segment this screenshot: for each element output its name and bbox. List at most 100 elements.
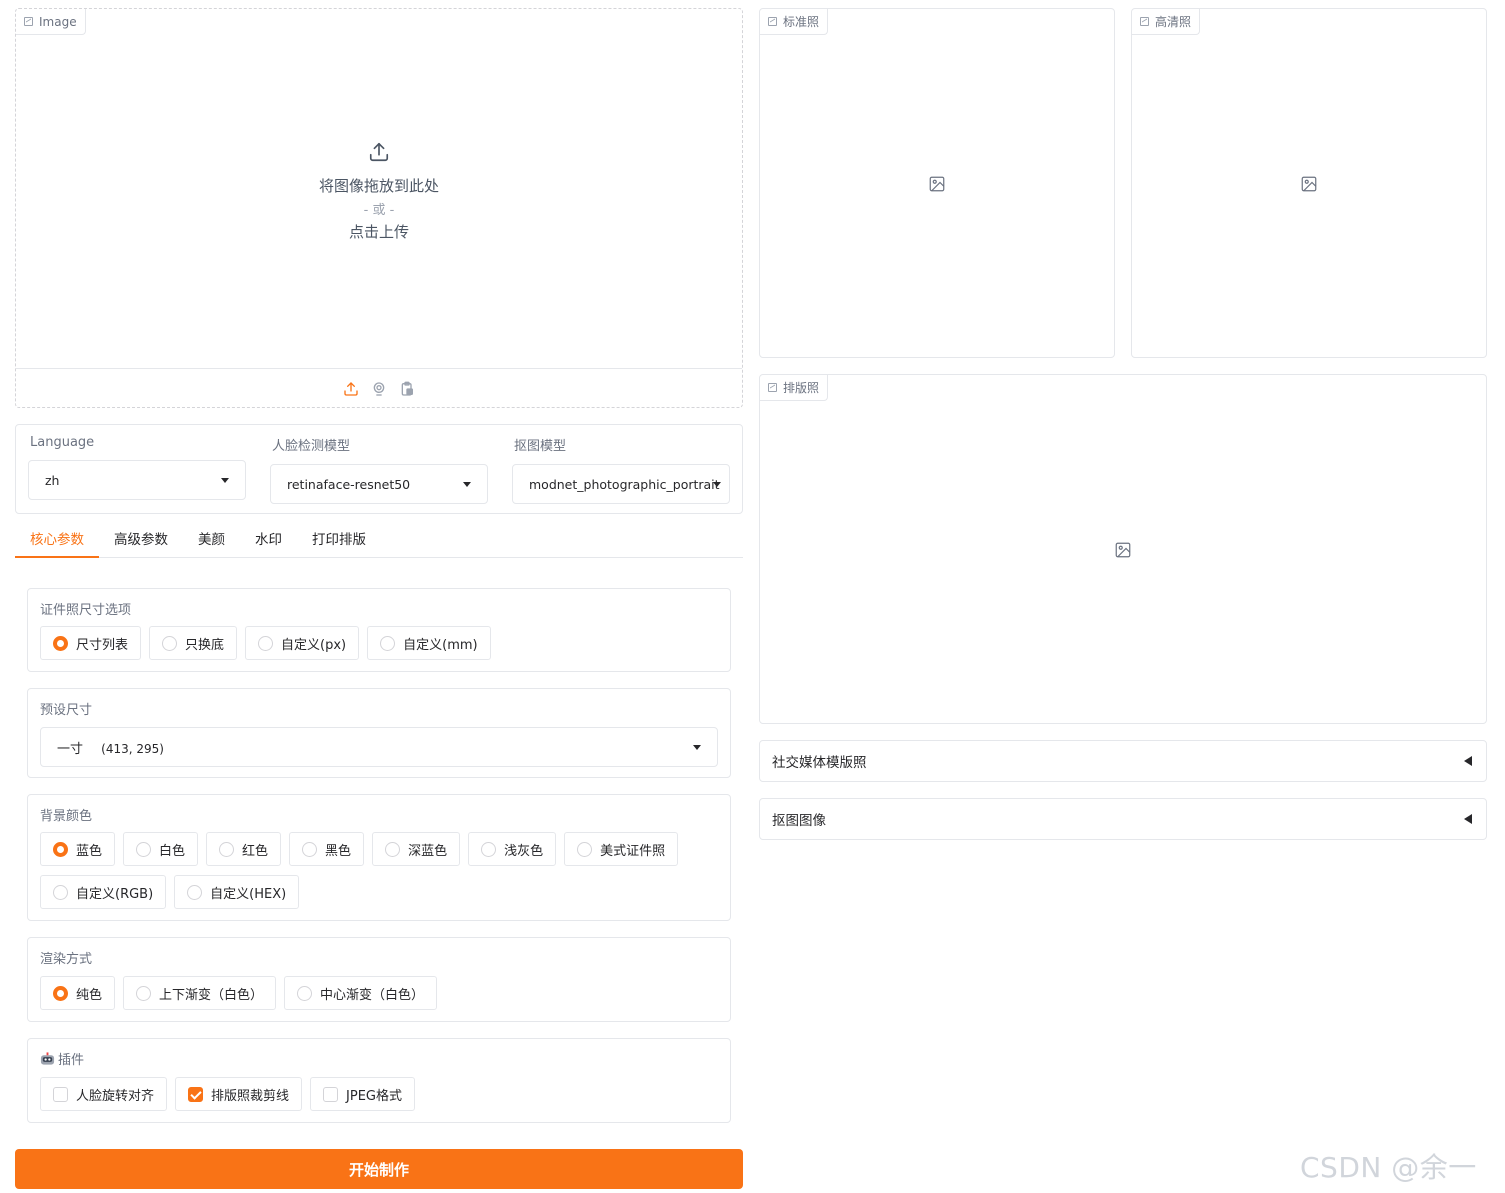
render-mode-group: 渲染方式 纯色 上下渐变（白色） 中心渐变（白色）	[27, 937, 731, 1022]
preset-size-select[interactable]: 一寸 (413, 295)	[40, 727, 718, 767]
option-label: 中心渐变（白色）	[320, 987, 425, 1003]
accordion-title: 抠图图像	[772, 813, 826, 829]
tab-core-params[interactable]: 核心参数	[15, 524, 99, 558]
bg-option-dark-blue[interactable]: 深蓝色	[372, 832, 461, 866]
clipboard-icon[interactable]	[399, 381, 415, 397]
size-option-custom-mm[interactable]: 自定义(mm)	[367, 626, 491, 660]
radio[interactable]	[380, 635, 396, 651]
collapse-arrow-icon	[1464, 756, 1472, 766]
bg-option-custom-rgb[interactable]: 自定义(RGB)	[40, 875, 167, 909]
radio[interactable]	[577, 841, 593, 857]
option-label: 红色	[242, 843, 269, 859]
matting-model-select[interactable]: modnet_photographic_portrait	[512, 464, 730, 504]
image-tag-label: Image	[39, 14, 77, 29]
tab-beauty[interactable]: 美颜	[183, 524, 240, 558]
language-select[interactable]: zh	[28, 460, 246, 500]
standard-photo-label: 标准照	[783, 15, 820, 29]
start-button[interactable]: 开始制作	[15, 1149, 743, 1189]
face-model-value: retinaface-resnet50	[287, 476, 411, 492]
radio[interactable]	[187, 884, 203, 900]
bg-option-white[interactable]: 白色	[123, 832, 199, 866]
preset-size-label: 预设尺寸	[40, 703, 93, 718]
radio[interactable]	[53, 884, 68, 900]
checkbox[interactable]	[323, 1086, 339, 1102]
face-model-select[interactable]: retinaface-resnet50	[270, 464, 488, 504]
option-label: 自定义(HEX)	[210, 886, 287, 902]
layout-photo-output: 排版照	[759, 374, 1487, 724]
image-upload-area[interactable]: Image 将图像拖放到此处 - 或 - 点击上传	[15, 8, 743, 408]
bg-option-custom-hex[interactable]: 自定义(HEX)	[174, 875, 300, 909]
upload-icon	[369, 142, 389, 162]
image-placeholder-icon	[1115, 542, 1131, 558]
bg-color-label: 背景颜色	[40, 809, 93, 824]
radio[interactable]	[302, 841, 318, 857]
size-option-list[interactable]: 尺寸列表	[40, 626, 142, 660]
radio[interactable]	[136, 841, 152, 857]
checkbox-checked[interactable]	[188, 1086, 204, 1102]
click-upload-text: 点击上传	[348, 223, 409, 241]
hd-photo-output: 高清照	[1131, 8, 1487, 358]
radio[interactable]	[385, 841, 401, 857]
radio[interactable]	[297, 985, 313, 1001]
image-placeholder-icon	[929, 176, 945, 192]
render-option-vertical-gradient[interactable]: 上下渐变（白色）	[123, 976, 277, 1010]
upload-prompt[interactable]: 将图像拖放到此处 - 或 - 点击上传	[16, 141, 742, 242]
tab-print-layout[interactable]: 打印排版	[297, 524, 381, 558]
size-option-custom-px[interactable]: 自定义(px)	[245, 626, 360, 660]
bg-option-red[interactable]: 红色	[206, 832, 282, 866]
matting-model-field: 抠图模型 modnet_photographic_portrait	[512, 435, 730, 504]
option-label: JPEG格式	[346, 1088, 402, 1104]
standard-photo-tag: 标准照	[760, 9, 829, 35]
face-model-field: 人脸检测模型 retinaface-resnet50	[270, 435, 488, 504]
option-label: 浅灰色	[504, 843, 544, 859]
plugin-jpeg-format[interactable]: JPEG格式	[310, 1077, 415, 1111]
param-tabs: 核心参数 高级参数 美颜 水印 打印排版	[15, 524, 743, 558]
tab-watermark[interactable]: 水印	[240, 524, 297, 558]
radio-selected[interactable]	[53, 841, 68, 857]
plugin-face-align[interactable]: 人脸旋转对齐	[40, 1077, 168, 1111]
radio-selected[interactable]	[53, 985, 68, 1001]
collapse-arrow-icon	[1464, 814, 1472, 824]
option-label: 蓝色	[76, 843, 103, 859]
option-label: 自定义(mm)	[403, 637, 478, 653]
or-text: - 或 -	[363, 203, 395, 218]
drop-text: 将图像拖放到此处	[318, 177, 439, 195]
radio[interactable]	[136, 985, 152, 1001]
tab-advanced-params[interactable]: 高级参数	[99, 524, 183, 558]
matting-image-accordion[interactable]: 抠图图像	[759, 798, 1487, 840]
bg-option-blue[interactable]: 蓝色	[40, 832, 116, 866]
chevron-down-icon	[221, 477, 229, 483]
render-option-solid[interactable]: 纯色	[40, 976, 116, 1010]
bg-option-black[interactable]: 黑色	[289, 832, 365, 866]
image-icon	[24, 17, 33, 26]
bg-option-light-gray[interactable]: 浅灰色	[468, 832, 557, 866]
radio[interactable]	[219, 841, 235, 857]
checkbox[interactable]	[53, 1086, 68, 1102]
option-label: 排版照裁剪线	[211, 1088, 290, 1104]
upload-source-icon[interactable]	[343, 381, 359, 397]
webcam-icon[interactable]	[371, 381, 387, 397]
plugins-label-row: 插件	[40, 1049, 84, 1068]
size-option-bg-only[interactable]: 只换底	[149, 626, 238, 660]
chevron-down-icon	[463, 481, 471, 487]
option-label: 尺寸列表	[76, 637, 129, 653]
option-label: 只换底	[185, 637, 225, 653]
radio[interactable]	[481, 841, 497, 857]
matting-model-label: 抠图模型	[514, 439, 567, 454]
size-options-group: 证件照尺寸选项 尺寸列表 只换底 自定义(px) 自定义(mm)	[27, 588, 731, 672]
layout-photo-label: 排版照	[783, 381, 820, 395]
image-tag: Image	[16, 9, 86, 35]
social-media-template-accordion[interactable]: 社交媒体模版照	[759, 740, 1487, 782]
radio[interactable]	[162, 635, 178, 651]
render-option-center-gradient[interactable]: 中心渐变（白色）	[284, 976, 438, 1010]
radio-selected[interactable]	[53, 635, 68, 651]
option-label: 黑色	[325, 843, 352, 859]
radio[interactable]	[258, 635, 274, 651]
image-icon	[768, 383, 777, 392]
language-label: Language	[30, 435, 95, 450]
plugin-crop-lines[interactable]: 排版照裁剪线	[175, 1077, 303, 1111]
robot-icon	[40, 1051, 55, 1065]
option-label: 人脸旋转对齐	[76, 1088, 155, 1104]
option-label: 白色	[159, 843, 186, 859]
bg-option-us-id[interactable]: 美式证件照	[564, 832, 679, 866]
